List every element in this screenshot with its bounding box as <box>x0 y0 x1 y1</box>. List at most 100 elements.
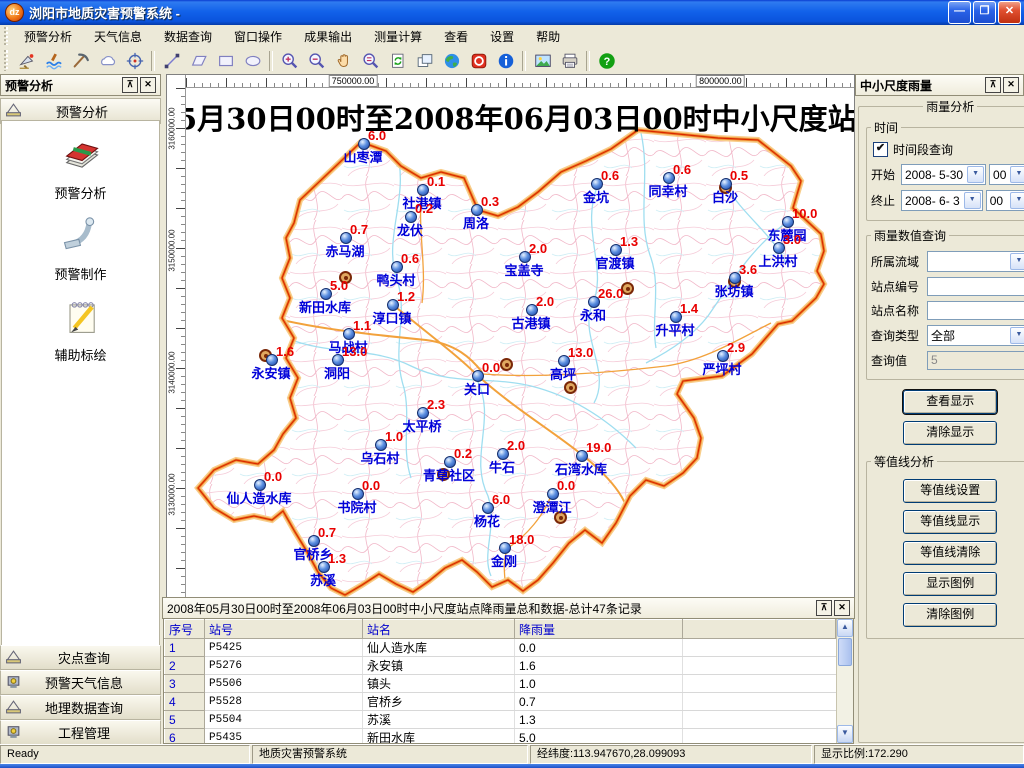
column-header-站号[interactable]: 站号 <box>205 620 363 639</box>
ruler-label-y: 3140000.00 <box>168 343 177 401</box>
column-header-降雨量[interactable]: 降雨量 <box>515 620 683 639</box>
toolbar-grip[interactable] <box>4 50 9 72</box>
station-name-input[interactable] <box>927 301 1024 320</box>
draw-rectangle-tool-icon[interactable] <box>212 48 239 74</box>
pin-icon[interactable]: ⊼ <box>985 77 1001 93</box>
export-image-tool-icon[interactable] <box>529 48 556 74</box>
warning-weather-info-bar[interactable]: 预警天气信息 <box>0 670 161 695</box>
menu-item-5[interactable]: 成果输出 <box>293 28 363 46</box>
info-tool-icon[interactable] <box>492 48 519 74</box>
clear-display-button[interactable]: 清除显示 <box>903 421 997 445</box>
rainfall-value: 0.1 <box>427 174 445 189</box>
legend-clear-button[interactable]: 清除图例 <box>903 603 997 627</box>
pan-tool-icon[interactable] <box>330 48 357 74</box>
end-date-picker[interactable]: 2008- 6- 3▼ <box>901 190 983 211</box>
view-display-button[interactable]: 查看显示 <box>903 390 997 414</box>
menu-item-7[interactable]: 查看 <box>433 28 479 46</box>
table-row[interactable]: 5P5504苏溪1.3 <box>165 711 836 729</box>
column-header-站名[interactable]: 站名 <box>363 620 515 639</box>
status-ready: Ready <box>0 745 250 764</box>
chevron-down-icon[interactable]: ▼ <box>1010 166 1024 183</box>
legend-show-button[interactable]: 显示图例 <box>903 572 997 596</box>
assist-plot-item[interactable]: 辅助标绘 <box>2 295 159 364</box>
map-canvas[interactable]: 5月30日00时至2008年06月03日00时中小尺度站点降雨量 <box>186 88 854 597</box>
start-date-picker[interactable]: 2008- 5-30▼ <box>901 164 986 185</box>
close-icon[interactable]: ✕ <box>140 77 156 93</box>
column-header-序号[interactable]: 序号 <box>165 620 205 639</box>
pin-icon[interactable]: ⊼ <box>122 77 138 93</box>
print-tool-icon[interactable] <box>556 48 583 74</box>
menu-item-8[interactable]: 设置 <box>479 28 525 46</box>
menu-item-4[interactable]: 窗口操作 <box>223 28 293 46</box>
zoom-extent-tool-icon[interactable] <box>357 48 384 74</box>
chevron-down-icon[interactable]: ▼ <box>967 166 984 183</box>
menu-item-6[interactable]: 测量计算 <box>363 28 433 46</box>
draw-line-tool-icon[interactable] <box>158 48 185 74</box>
zoom-out-tool-icon[interactable] <box>303 48 330 74</box>
maximize-button[interactable]: ❐ <box>973 1 996 24</box>
chevron-down-icon[interactable]: ▼ <box>964 192 981 209</box>
locate-target-tool-icon[interactable] <box>121 48 148 74</box>
warning-produce-item[interactable]: 预警制作 <box>2 214 159 283</box>
draw-ellipse-tool-icon[interactable] <box>239 48 266 74</box>
contour-settings-button[interactable]: 等值线设置 <box>903 479 997 503</box>
station-name: 太平桥 <box>402 416 441 435</box>
chevron-down-icon[interactable]: ▼ <box>1010 253 1024 270</box>
table-scrollbar[interactable]: ▲ ▼ <box>836 619 853 743</box>
layer-manager-tool-icon[interactable] <box>411 48 438 74</box>
cell: P5425 <box>205 639 363 657</box>
query-type-select[interactable]: 全部▼ <box>927 325 1024 346</box>
contour-show-button[interactable]: 等值线显示 <box>903 510 997 534</box>
project-manage-bar[interactable]: 工程管理 <box>0 720 161 745</box>
zoom-in-tool-icon[interactable] <box>276 48 303 74</box>
table-row[interactable]: 4P5528官桥乡0.7 <box>165 693 836 711</box>
table-row[interactable]: 3P5506镇头1.0 <box>165 675 836 693</box>
pin-icon[interactable]: ⊼ <box>816 600 832 616</box>
warning-analysis-item[interactable]: 预警分析 <box>2 133 159 202</box>
start-hour-select[interactable]: 00▼ <box>989 164 1024 185</box>
station-name: 关口 <box>464 379 490 398</box>
basin-select[interactable]: ▼ <box>927 251 1024 272</box>
end-label: 终止 <box>871 192 901 209</box>
geo-data-query-bar[interactable]: 地理数据查询 <box>0 695 161 720</box>
contour-clear-button[interactable]: 等值线清除 <box>903 541 997 565</box>
weather-cloud-tool-icon[interactable] <box>94 48 121 74</box>
scroll-down-icon[interactable]: ▼ <box>837 725 853 743</box>
survey-pick-tool-icon[interactable] <box>67 48 94 74</box>
draw-polygon-tool-icon[interactable] <box>185 48 212 74</box>
globe-view-tool-icon[interactable] <box>438 48 465 74</box>
station-data-grid[interactable]: 序号站号站名降雨量 1P5425仙人造水库0.02P5276永安镇1.63P55… <box>164 619 836 743</box>
close-icon[interactable]: ✕ <box>834 600 850 616</box>
station-id-input[interactable] <box>927 277 1024 296</box>
disaster-flood-tool-icon[interactable] <box>40 48 67 74</box>
table-row[interactable]: 6P5435新田水库5.0 <box>165 729 836 744</box>
warning-analysis-tool-icon[interactable] <box>13 48 40 74</box>
close-icon[interactable]: ✕ <box>1003 77 1019 93</box>
menu-item-2[interactable]: 天气信息 <box>83 28 153 46</box>
station-name: 金坑 <box>583 187 609 206</box>
menu-item-3[interactable]: 数据查询 <box>153 28 223 46</box>
table-row[interactable]: 1P5425仙人造水库0.0 <box>165 639 836 657</box>
center-area: 750000.00800000.00 3160000.003150000.003… <box>166 74 855 745</box>
time-range-checkbox[interactable]: ✔ <box>873 142 888 157</box>
machine-icon <box>5 723 22 743</box>
rainfall-value: 1.3 <box>328 551 346 566</box>
scroll-up-icon[interactable]: ▲ <box>837 619 853 637</box>
query-value-input[interactable]: 5 <box>927 351 1024 370</box>
refresh-view-tool-icon[interactable] <box>384 48 411 74</box>
rainfall-value: 10.0 <box>792 206 817 221</box>
end-hour-select[interactable]: 00▼ <box>986 190 1024 211</box>
minimize-button[interactable]: — <box>948 1 971 24</box>
help-tool-icon[interactable]: ? <box>593 48 620 74</box>
disaster-point-icon[interactable] <box>500 358 513 371</box>
menu-grip[interactable] <box>4 27 9 45</box>
scroll-thumb[interactable] <box>838 638 852 666</box>
stop-tool-icon[interactable] <box>465 48 492 74</box>
chevron-down-icon[interactable]: ▼ <box>1010 192 1024 209</box>
close-button[interactable]: ✕ <box>998 1 1021 24</box>
menu-item-1[interactable]: 预警分析 <box>13 28 83 46</box>
disaster-point-query-bar[interactable]: 灾点查询 <box>0 645 161 670</box>
menu-item-9[interactable]: 帮助 <box>525 28 571 46</box>
chevron-down-icon[interactable]: ▼ <box>1010 327 1024 344</box>
table-row[interactable]: 2P5276永安镇1.6 <box>165 657 836 675</box>
